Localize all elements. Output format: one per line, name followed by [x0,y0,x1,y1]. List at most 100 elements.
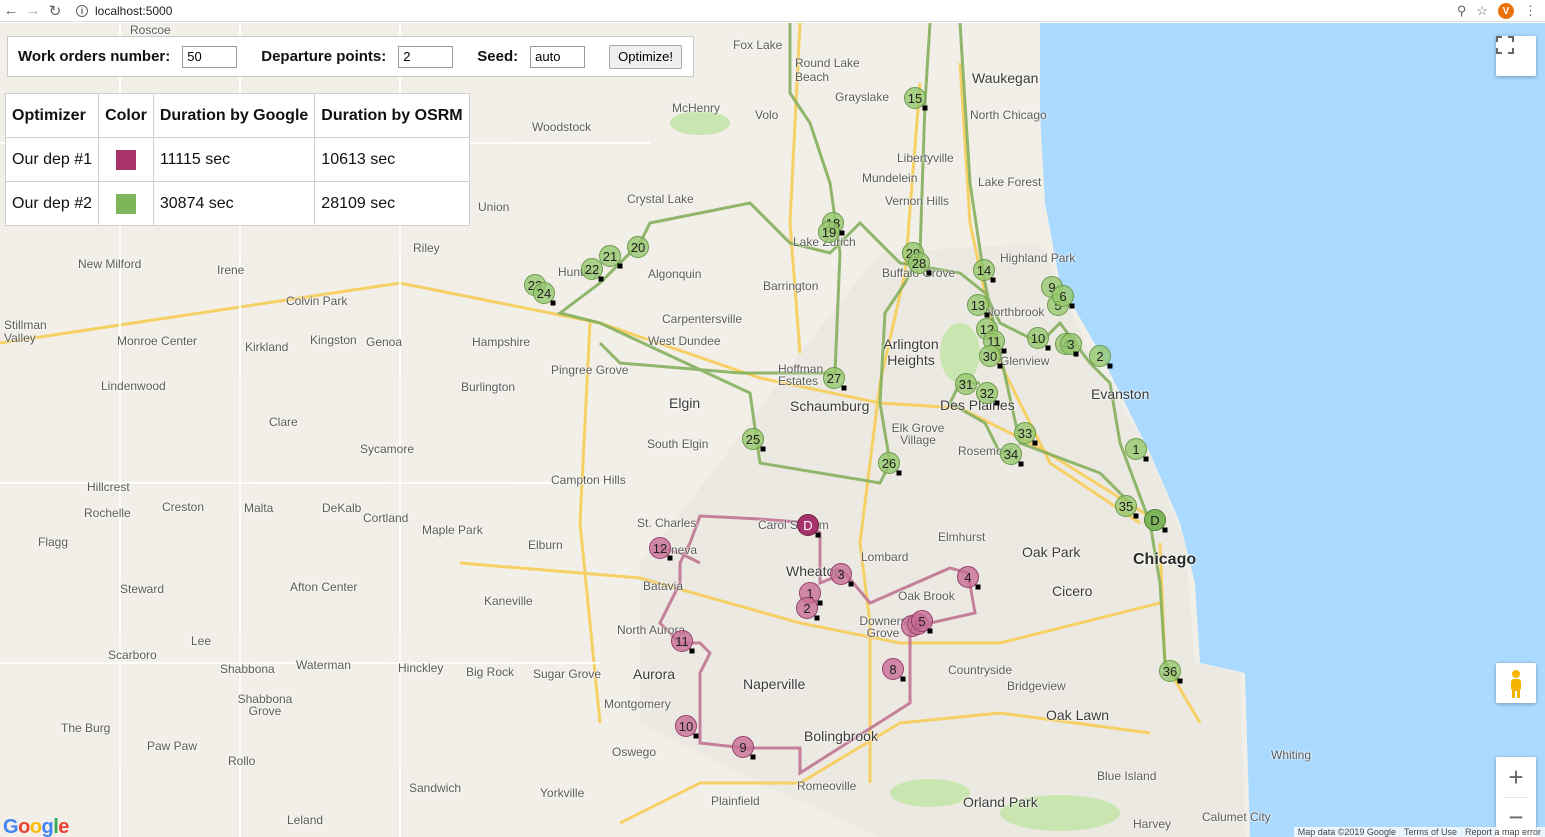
pegman-icon [1511,670,1521,698]
place-label: Waterman [296,658,351,672]
place-label: Hillcrest [87,480,130,494]
place-label: DeKalb [322,501,362,515]
marker-dot [922,105,928,111]
place-label: Elmhurst [938,530,986,544]
route-marker-green[interactable]: 3 [1060,333,1082,355]
marker-dot [693,733,699,739]
route-marker-green[interactable]: 31 [955,373,977,395]
place-label: The Burg [61,721,111,735]
place-label: Waukegan [972,70,1039,86]
marker-dot [896,470,902,476]
marker-dot [598,276,604,282]
marker-dot [815,532,821,538]
place-label: Pingree Grove [551,363,629,377]
marker-dot [814,615,820,621]
place-label: Lombard [861,550,909,564]
fullscreen-button[interactable] [1496,36,1536,76]
zoom-in-button[interactable]: + [1496,757,1536,797]
menu-dots-icon[interactable]: ⋮ [1524,3,1537,19]
place-label: Leland [287,813,324,827]
place-label: Carpentersville [662,312,743,326]
place-label: Evanston [1091,386,1150,402]
place-label: Elburn [528,538,563,552]
color-cell [98,137,154,182]
place-label: Kingston [310,333,357,347]
street-view-pegman[interactable] [1496,663,1536,703]
marker-dot [1107,363,1113,369]
place-label: Round Lake Beach [795,56,860,84]
departure-points-input[interactable] [398,45,454,68]
place-label: Grayslake [835,90,890,104]
zoom-icon[interactable]: ⚲ [1457,3,1467,19]
place-label: Highland Park [1000,251,1076,265]
place-label: Malta [244,501,274,515]
place-label: Plainfield [711,794,760,808]
marker-dot [617,263,623,269]
marker-dot [1001,348,1007,354]
place-label: Schaumburg [790,398,870,414]
marker-dot [841,385,847,391]
fullscreen-icon [1496,36,1514,54]
address-bar[interactable]: i localhost:5000 [76,4,172,18]
browser-toolbar: ← → ↻ i localhost:5000 ⚲ ☆ V ⋮ [0,0,1545,22]
report-error-link[interactable]: Report a map error [1465,827,1541,837]
place-label: Burlington [461,380,516,394]
color-swatch [115,149,136,170]
place-label: New Milford [78,257,142,271]
place-label: Maple Park [422,523,483,537]
work-orders-input[interactable] [182,45,238,68]
place-label: Hampshire [472,335,531,349]
google-duration-cell: 30874 sec [152,181,316,226]
zoom-controls: + − [1496,757,1536,837]
seed-input[interactable] [530,45,586,68]
route-marker-green[interactable]: 20 [627,236,649,258]
marker-dot [997,363,1003,369]
avatar[interactable]: V [1498,3,1514,19]
info-icon[interactable]: i [76,4,88,17]
place-label: Kaneville [484,594,533,608]
terms-link[interactable]: Terms of Use [1404,827,1457,837]
place-label: Crystal Lake [627,192,694,206]
marker-dot [1073,351,1079,357]
place-label: Harvey [1133,817,1172,831]
place-label: Sandwich [409,781,462,795]
marker-dot [900,676,906,682]
place-label: Creston [162,500,205,514]
optimize-button[interactable]: Optimize! [609,44,683,69]
place-label: Sycamore [360,442,415,456]
place-label: Lindenwood [101,379,166,393]
place-label: Genoa [366,335,403,349]
marker-dot [750,754,756,760]
place-label: Oswego [612,745,657,759]
place-label: Yorkville [540,786,585,800]
place-label: Bridgeview [1007,679,1066,693]
place-label: Blue Island [1097,769,1157,783]
place-label: McHenry [672,101,721,115]
place-label: Batavia [643,579,684,593]
place-label: Northbrook [985,305,1045,319]
marker-dot [817,600,823,606]
results-table: Optimizer Color Duration by Google Durat… [4,93,470,226]
table-row: Our dep #2 30874 sec 28109 sec [4,181,470,226]
marker-dot [1069,303,1075,309]
place-label: Chicago [1133,551,1197,568]
place-label: Vernon Hills [885,194,950,208]
place-label: Romeoville [797,779,857,793]
route-marker-green[interactable]: 19 [818,221,840,243]
reload-icon[interactable]: ↻ [44,0,66,22]
marker-dot [839,230,845,236]
place-label: Countryside [948,663,1013,677]
marker-dot [848,581,854,587]
google-logo: Google [3,816,69,837]
forward-arrow-icon[interactable]: → [22,0,44,22]
place-label: Stillman Valley [4,318,47,345]
place-label: Rochelle [84,506,131,520]
departure-points-label: Departure points: [261,48,387,65]
back-arrow-icon[interactable]: ← [0,0,22,22]
place-label: Rollo [228,754,256,768]
place-label: Calumet City [1202,810,1271,824]
place-label: St. Charles [637,516,697,530]
url-text: localhost:5000 [95,3,173,18]
map-canvas[interactable]: Roscoe Fox Lake Round Lake Beach Waukega… [0,23,1545,837]
star-icon[interactable]: ☆ [1476,3,1488,19]
